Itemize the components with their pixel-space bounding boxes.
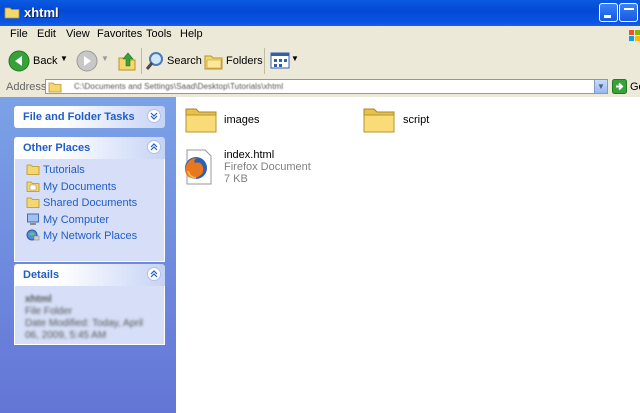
views-icon: [270, 52, 290, 69]
file-item-script[interactable]: script: [362, 103, 462, 139]
folder-icon: [4, 7, 20, 19]
menu-favorites[interactable]: Favorites: [97, 28, 142, 40]
panel-title: File and Folder Tasks: [23, 111, 135, 123]
window-title: xhtml: [24, 5, 59, 20]
menu-help[interactable]: Help: [180, 28, 203, 40]
search-label: Search: [167, 55, 202, 67]
forward-dropdown-icon[interactable]: ▼: [101, 54, 109, 63]
file-name: index.html: [224, 149, 275, 161]
go-label: Go: [630, 81, 640, 93]
menu-tools[interactable]: Tools: [146, 28, 172, 40]
folder-icon: [185, 108, 217, 133]
network-icon: [26, 229, 40, 241]
details-body: xhtml File Folder Date Modified: Today, …: [14, 286, 165, 345]
details-type: File Folder: [25, 306, 73, 317]
file-item-index-html[interactable]: index.html Firefox Document 7 KB: [179, 148, 311, 188]
title-bar: xhtml: [0, 0, 640, 26]
file-view: images script index.html Firefox Documen…: [176, 97, 640, 413]
folder-icon: [48, 82, 62, 93]
toolbar-separator: [141, 48, 142, 74]
panel-title: Other Places: [23, 142, 91, 154]
firefox-document-icon: [185, 149, 212, 185]
folder-icon: [363, 108, 395, 133]
forward-arrow-icon: [76, 50, 98, 72]
file-item-images[interactable]: images: [184, 103, 284, 139]
forward-button[interactable]: ▼: [76, 50, 110, 72]
other-places-label: My Documents: [43, 180, 117, 193]
panel-title: Details: [23, 269, 60, 281]
file-name: script: [403, 114, 430, 126]
go-arrow-icon: [612, 79, 627, 94]
other-places-label: Shared Documents: [43, 197, 138, 209]
other-places-list: Tutorials My Documents Shared Documents …: [14, 159, 165, 262]
folders-icon: [204, 55, 223, 70]
address-value: C:\Documents and Settings\Saad\Desktop\T…: [74, 82, 284, 91]
minimize-button[interactable]: [599, 3, 618, 22]
folder-icon: [26, 164, 40, 175]
other-places-item-tutorials[interactable]: Tutorials: [15, 162, 164, 179]
address-bar: Address C:\Documents and Settings\Saad\D…: [0, 77, 640, 98]
back-arrow-icon: [8, 50, 30, 72]
file-type: Firefox Document: [224, 161, 311, 173]
other-places-header[interactable]: Other Places: [14, 137, 165, 159]
other-places-label: My Computer: [43, 213, 110, 226]
back-button[interactable]: Back ▼: [8, 50, 72, 72]
file-folder-tasks-header[interactable]: File and Folder Tasks: [14, 106, 165, 128]
details-header[interactable]: Details: [14, 264, 165, 286]
views-dropdown-icon[interactable]: ▼: [291, 54, 299, 63]
folder-icon: [26, 197, 40, 208]
menu-bar: File Edit View Favorites Tools Help: [0, 26, 640, 45]
toolbar-separator: [264, 48, 265, 74]
other-places-label: Tutorials: [43, 164, 85, 176]
menu-file[interactable]: File: [10, 28, 28, 40]
collapse-chevron-icon[interactable]: [147, 267, 161, 281]
file-size: 7 KB: [224, 173, 248, 185]
up-folder-icon: [118, 52, 136, 71]
file-folder-tasks-panel: File and Folder Tasks: [14, 106, 165, 128]
back-label: Back: [33, 55, 58, 67]
other-places-panel: Other Places Tutorials My Documents Shar…: [14, 137, 165, 262]
go-button[interactable]: Go: [612, 79, 640, 95]
up-folder-button[interactable]: [116, 50, 138, 72]
search-icon: [145, 52, 163, 70]
other-places-item-my-network-places[interactable]: My Network Places: [15, 228, 164, 245]
search-button[interactable]: Search: [145, 50, 202, 72]
other-places-label: My Network Places: [43, 230, 138, 242]
folders-button[interactable]: Folders: [204, 50, 263, 72]
address-label: Address: [6, 81, 47, 93]
details-name: xhtml: [25, 294, 52, 305]
address-input[interactable]: C:\Documents and Settings\Saad\Desktop\T…: [45, 79, 608, 94]
views-button[interactable]: ▼: [270, 50, 299, 72]
expand-chevron-icon[interactable]: [147, 109, 161, 123]
computer-icon: [27, 213, 39, 225]
back-dropdown-icon[interactable]: ▼: [60, 54, 68, 63]
toolbar: Back ▼ ▼ Search Folders ▼: [0, 44, 640, 78]
menu-view[interactable]: View: [66, 28, 90, 40]
details-panel: Details xhtml File Folder Date Modified:…: [14, 264, 165, 345]
menu-edit[interactable]: Edit: [37, 28, 56, 40]
task-pane: File and Folder Tasks Other Places Tutor…: [0, 97, 176, 413]
other-places-item-my-computer[interactable]: My Computer: [15, 212, 164, 229]
details-modified: Date Modified: Today, April 06, 2009, 5:…: [25, 318, 144, 341]
collapse-chevron-icon[interactable]: [147, 140, 161, 154]
windows-logo-icon: [629, 30, 640, 41]
other-places-item-shared-documents[interactable]: Shared Documents: [15, 195, 164, 212]
folders-label: Folders: [226, 55, 263, 67]
file-name: images: [224, 114, 260, 126]
maximize-button[interactable]: [619, 3, 638, 22]
other-places-item-my-documents[interactable]: My Documents: [15, 179, 164, 196]
folder-icon: [26, 181, 40, 192]
address-dropdown-button[interactable]: ▼: [594, 79, 608, 94]
